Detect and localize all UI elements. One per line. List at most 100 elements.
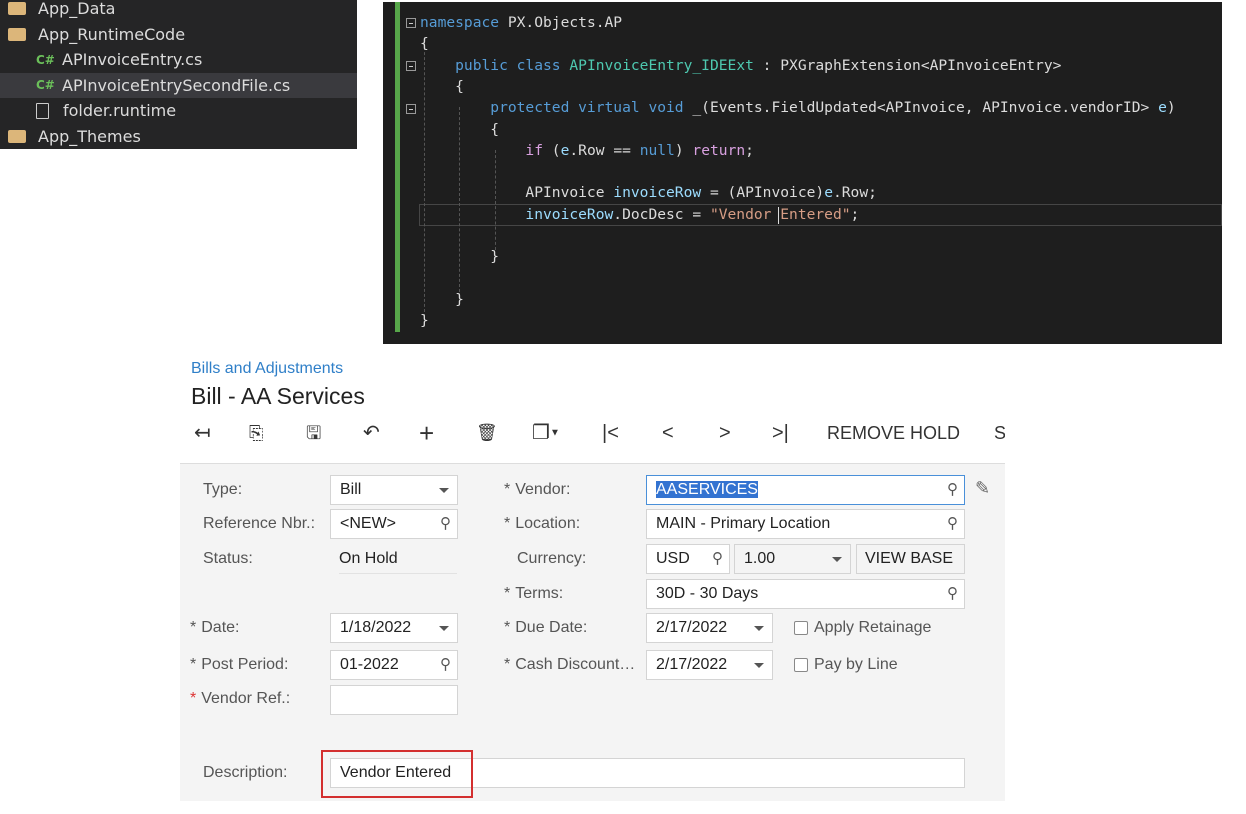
due-date-input[interactable]: 2/17/2022: [646, 613, 773, 643]
code-line: public class APInvoiceEntry_IDEExt : PXG…: [420, 55, 1061, 76]
save-close-button[interactable]: ⎘: [249, 420, 263, 446]
required-mark: *: [504, 481, 511, 498]
chevron-down-icon[interactable]: [754, 626, 764, 631]
explorer-item[interactable]: App_RuntimeCode: [0, 22, 357, 47]
code-token: : PXGraphExtension<APInvoiceEntry>: [753, 56, 1062, 74]
code-line: invoiceRow.DocDesc = "Vendor Entered";: [420, 204, 859, 225]
csharp-file-icon: C#: [36, 52, 55, 67]
next-record-button[interactable]: >: [719, 420, 731, 446]
required-mark: *: [190, 690, 197, 707]
explorer-item[interactable]: folder.runtime: [0, 98, 357, 123]
cash-discount-input[interactable]: 2/17/2022: [646, 650, 773, 680]
reference-label: Reference Nbr.:: [203, 515, 316, 532]
code-line: }: [420, 289, 464, 310]
vendor-ref-label: * Vendor Ref.:: [190, 690, 290, 708]
required-mark: *: [190, 656, 197, 673]
save-button[interactable]: 🖫: [306, 420, 321, 446]
post-period-label: * Post Period:: [190, 656, 288, 674]
chevron-down-icon: [439, 488, 449, 493]
vendor-input[interactable]: AASERVICES ⚲: [646, 475, 965, 505]
change-bar: [395, 2, 400, 332]
chevron-down-icon: ▼: [549, 427, 560, 439]
required-mark: *: [504, 585, 511, 602]
highlight-box: [321, 750, 473, 798]
vendor-label-text: Vendor:: [515, 481, 571, 498]
currency-label: Currency:: [517, 550, 587, 567]
undo-button[interactable]: ↶: [363, 420, 380, 446]
currency-input[interactable]: USD ⚲: [646, 544, 730, 574]
remove-hold-button[interactable]: REMOVE HOLD: [827, 420, 960, 446]
date-input[interactable]: 1/18/2022: [330, 613, 458, 643]
due-date-label-text: Due Date:: [515, 619, 588, 636]
search-icon[interactable]: ⚲: [947, 580, 958, 608]
due-date-value: 2/17/2022: [656, 619, 728, 636]
vendor-ref-label-text: Vendor Ref.:: [201, 690, 291, 707]
code-line: protected virtual void _(Events.FieldUpd…: [420, 97, 1175, 118]
currency-rate-select[interactable]: 1.00: [734, 544, 851, 574]
code-token: return: [692, 141, 746, 159]
copy-paste-button[interactable]: ❐▼: [532, 420, 560, 446]
code-token: protected virtual void: [420, 99, 684, 117]
code-token: public class: [420, 56, 561, 74]
pay-by-line-label: Pay by Line: [814, 656, 898, 673]
code-token: e: [824, 184, 833, 202]
type-value: Bill: [340, 481, 362, 498]
apply-retainage-label: Apply Retainage: [814, 619, 932, 636]
search-icon[interactable]: ⚲: [712, 545, 723, 573]
first-record-button[interactable]: |<: [602, 420, 619, 446]
breadcrumb[interactable]: Bills and Adjustments: [191, 360, 343, 378]
apply-retainage-checkbox[interactable]: [794, 621, 808, 635]
fold-toggle-icon[interactable]: [406, 61, 416, 71]
code-token: APInvoiceEntry_IDEExt: [560, 56, 754, 74]
view-base-button[interactable]: VIEW BASE: [856, 544, 965, 574]
delete-button[interactable]: 🗑: [476, 420, 498, 446]
terms-label-text: Terms:: [515, 585, 564, 602]
code-token: e: [1158, 99, 1167, 117]
search-icon[interactable]: ⚲: [440, 510, 451, 538]
code-token: ): [674, 141, 693, 159]
post-period-label-text: Post Period:: [201, 656, 289, 673]
post-period-input[interactable]: 01-2022 ⚲: [330, 650, 458, 680]
pay-by-line-checkbox[interactable]: [794, 658, 808, 672]
explorer-item[interactable]: C# APInvoiceEntrySecondFile.cs: [0, 72, 357, 98]
post-period-value: 01-2022: [340, 656, 399, 673]
explorer-item[interactable]: App_Data: [0, 0, 357, 21]
required-mark: *: [504, 656, 511, 673]
code-token: ;: [745, 141, 754, 159]
required-mark: *: [504, 619, 511, 636]
chevron-down-icon: [832, 557, 842, 562]
search-icon[interactable]: ⚲: [440, 651, 451, 679]
code-token: = (APInvoice): [701, 184, 825, 202]
code-token: .Row ==: [569, 141, 640, 159]
due-date-label: * Due Date:: [504, 619, 587, 637]
terms-input[interactable]: 30D - 30 Days ⚲: [646, 579, 965, 609]
code-token: {: [420, 77, 464, 95]
chevron-down-icon[interactable]: [754, 663, 764, 668]
type-label: Type:: [203, 481, 243, 498]
fold-toggle-icon[interactable]: [406, 18, 416, 28]
more-button[interactable]: S: [994, 420, 1005, 446]
text-caret: [778, 207, 779, 224]
last-record-button[interactable]: >|: [772, 420, 789, 446]
type-select[interactable]: Bill: [330, 475, 458, 505]
code-token: namespace: [420, 14, 500, 31]
code-token: null: [639, 141, 675, 159]
location-input[interactable]: MAIN - Primary Location ⚲: [646, 509, 965, 539]
fold-toggle-icon[interactable]: [406, 104, 416, 114]
clipboard-icon: ❐: [532, 422, 550, 444]
edit-pencil-icon[interactable]: ✎: [975, 478, 990, 499]
reference-input[interactable]: <NEW> ⚲: [330, 509, 458, 539]
previous-record-button[interactable]: <: [662, 420, 674, 446]
search-icon[interactable]: ⚲: [947, 476, 958, 504]
back-button[interactable]: ↤: [194, 420, 211, 446]
vendor-ref-input[interactable]: [330, 685, 458, 715]
explorer-item-label: folder.runtime: [63, 101, 177, 120]
chevron-down-icon[interactable]: [439, 626, 449, 631]
explorer-item[interactable]: C# APInvoiceEntry.cs: [0, 47, 357, 72]
status-label: Status:: [203, 550, 253, 567]
explorer-item[interactable]: App_Themes: [0, 124, 357, 149]
location-value: MAIN - Primary Location: [656, 515, 831, 532]
code-editor[interactable]: namespace PX.Objects.AP { public class AP…: [383, 2, 1222, 344]
search-icon[interactable]: ⚲: [947, 510, 958, 538]
add-button[interactable]: +: [419, 420, 434, 446]
